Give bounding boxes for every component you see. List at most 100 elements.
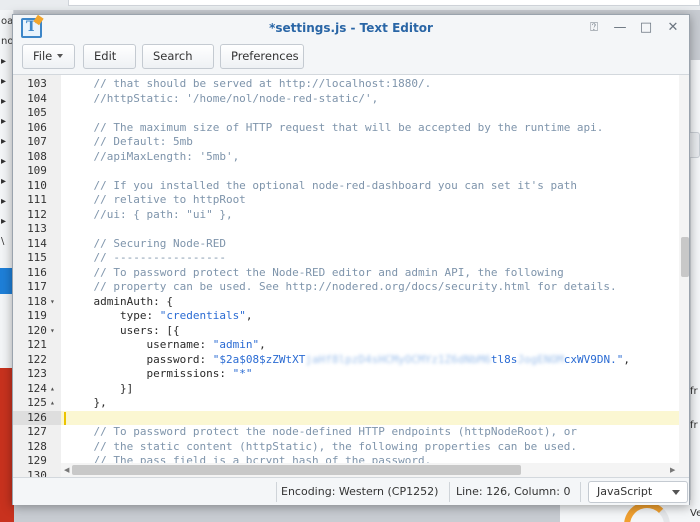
file-menu-label: File [33,49,53,63]
line-number: 106 [27,120,47,134]
maximize-icon[interactable]: □ [635,18,657,38]
line-code: password: "$2a$08$zZWtXTjaHf8lpzD4sHCMyO… [67,352,629,368]
line-code: // the static content (httpStatic), the … [67,439,577,455]
help-icon[interactable]: ⍰ [583,18,605,38]
code-token: "credentials" [159,309,246,322]
code-token: // Securing Node-RED [67,236,226,250]
code-line[interactable]: 104 //httpStatic: '/home/nol/node-red-st… [13,92,679,107]
code-token: password: [67,352,213,366]
fold-toggle-icon[interactable]: ▴ [50,396,60,411]
language-select-value: JavaScript [597,485,653,498]
line-code: //ui: { path: "ui" }, [67,208,232,223]
desktop-address-field [68,0,700,6]
code-line[interactable]: 127 // To password protect the node-defi… [13,425,679,440]
text-cursor [64,411,66,425]
code-line[interactable]: 114 // Securing Node-RED [13,237,679,252]
code-token: // To password protect the node-defined … [67,425,577,438]
code-line[interactable]: 113 [13,222,679,237]
code-line[interactable]: 111 // relative to httpRoot [13,193,679,208]
code-line[interactable]: 118 ▾ adminAuth: { [13,295,679,310]
code-line[interactable]: 119 type: "credentials", [13,309,679,324]
code-line[interactable]: 120 ▾ users: [{ [13,324,679,339]
line-number: 116 [27,265,47,279]
line-code: //apiMaxLength: '5mb', [67,150,239,165]
line-number: 114 [27,236,47,250]
scroll-left-icon[interactable]: ◀ [64,463,69,477]
desktop-glyph: fr [690,386,698,397]
line-code: }] [67,382,133,397]
line-code: // To password protect the node-defined … [67,425,577,440]
line-number: 113 [27,222,47,235]
code-token: // property can be used. See http://node… [67,280,617,293]
line-code: users: [{ [67,324,180,339]
code-token: , [259,338,266,351]
code-line[interactable]: 117 // property can be used. See http://… [13,280,679,295]
scroll-right-icon[interactable]: ▶ [670,463,675,477]
code-token: "admin" [212,338,260,351]
code-token: cxWV9DN." [563,352,624,366]
line-number: 117 [27,280,47,293]
close-icon[interactable]: ✕ [662,18,684,38]
desktop-glyph: ▸ [1,116,7,127]
code-token: // the static content (httpStatic), the … [67,439,577,453]
code-line[interactable]: 116 // To password protect the Node-RED … [13,266,679,281]
desktop-glyph: Ve [690,508,700,519]
line-code: // If you installed the optional node-re… [67,179,576,194]
code-editor[interactable]: 103 // that should be served at http://l… [13,75,689,477]
language-select[interactable]: JavaScript [588,481,688,503]
code-line[interactable]: 128 // the static content (httpStatic), … [13,440,679,455]
edit-menu-button[interactable]: Edit [83,44,136,81]
code-line[interactable]: 112 //ui: { path: "ui" }, [13,208,679,223]
code-line[interactable]: 126 [13,410,679,425]
code-line[interactable]: 106 // The maximum size of HTTP request … [13,121,679,136]
code-token: jaHf8lpzD4sHCMyOCMYz1Z6dNbM6 [305,352,491,366]
line-code: // Securing Node-RED [67,236,226,252]
code-line[interactable]: 115 // ----------------- [13,251,679,266]
code-line[interactable]: 109 [13,164,679,179]
line-number: 111 [27,193,47,206]
code-line[interactable]: 124 ▴ }] [13,382,679,397]
code-line[interactable]: 108 //apiMaxLength: '5mb', [13,150,679,165]
code-line[interactable]: 105 [13,106,679,121]
code-token: permissions: [67,367,233,380]
line-code: // property can be used. See http://node… [67,280,617,295]
code-line[interactable]: 125 ▴ }, [13,396,679,411]
fold-toggle-icon[interactable]: ▾ [50,324,60,339]
code-line[interactable]: 103 // that should be served at http://l… [13,77,679,92]
search-menu-button[interactable]: Search [142,44,214,81]
code-token: users: [{ [67,323,180,337]
line-code: type: "credentials", [67,309,252,324]
line-number: 112 [27,207,47,221]
code-line[interactable]: 107 // Default: 5mb [13,135,679,150]
code-line[interactable]: 121 username: "admin", [13,338,679,353]
code-token: // relative to httpRoot [67,193,246,206]
vertical-scrollbar-thumb[interactable] [681,237,689,277]
line-number: 110 [27,178,47,192]
horizontal-scrollbar-thumb[interactable] [72,465,521,475]
code-line[interactable]: 110 // If you installed the optional nod… [13,179,679,194]
line-number: 108 [27,149,47,163]
file-menu-button[interactable]: File [22,44,75,69]
code-line[interactable]: 122 password: "$2a$08$zZWtXTjaHf8lpzD4sH… [13,353,679,368]
line-code: }, [67,396,106,411]
code-token: tl8s [490,352,518,366]
line-number: 129 [27,454,47,467]
minimize-icon[interactable]: — [609,18,631,38]
line-code: // Default: 5mb [67,135,192,150]
desktop-glyph: ▸ [1,136,7,147]
preferences-button[interactable]: Preferences [220,44,304,69]
code-token: type: [67,309,160,322]
line-code: // ----------------- [67,251,225,266]
status-bar: Encoding: Western (CP1252) Line: 126, Co… [13,477,689,505]
line-code: // The maximum size of HTTP request that… [67,121,603,136]
code-token: }] [67,381,134,395]
line-number: 107 [27,135,47,148]
desktop-glyph: ▸ [1,176,7,187]
code-token: "$2a$08$zZWtXT [212,352,306,366]
line-number: 119 [27,309,47,322]
desktop-glyph: ▸ [1,216,7,227]
code-line[interactable]: 123 permissions: "*" [13,367,679,382]
fold-toggle-icon[interactable]: ▴ [50,382,60,397]
line-number: 123 [27,367,47,380]
fold-toggle-icon[interactable]: ▾ [50,295,60,310]
